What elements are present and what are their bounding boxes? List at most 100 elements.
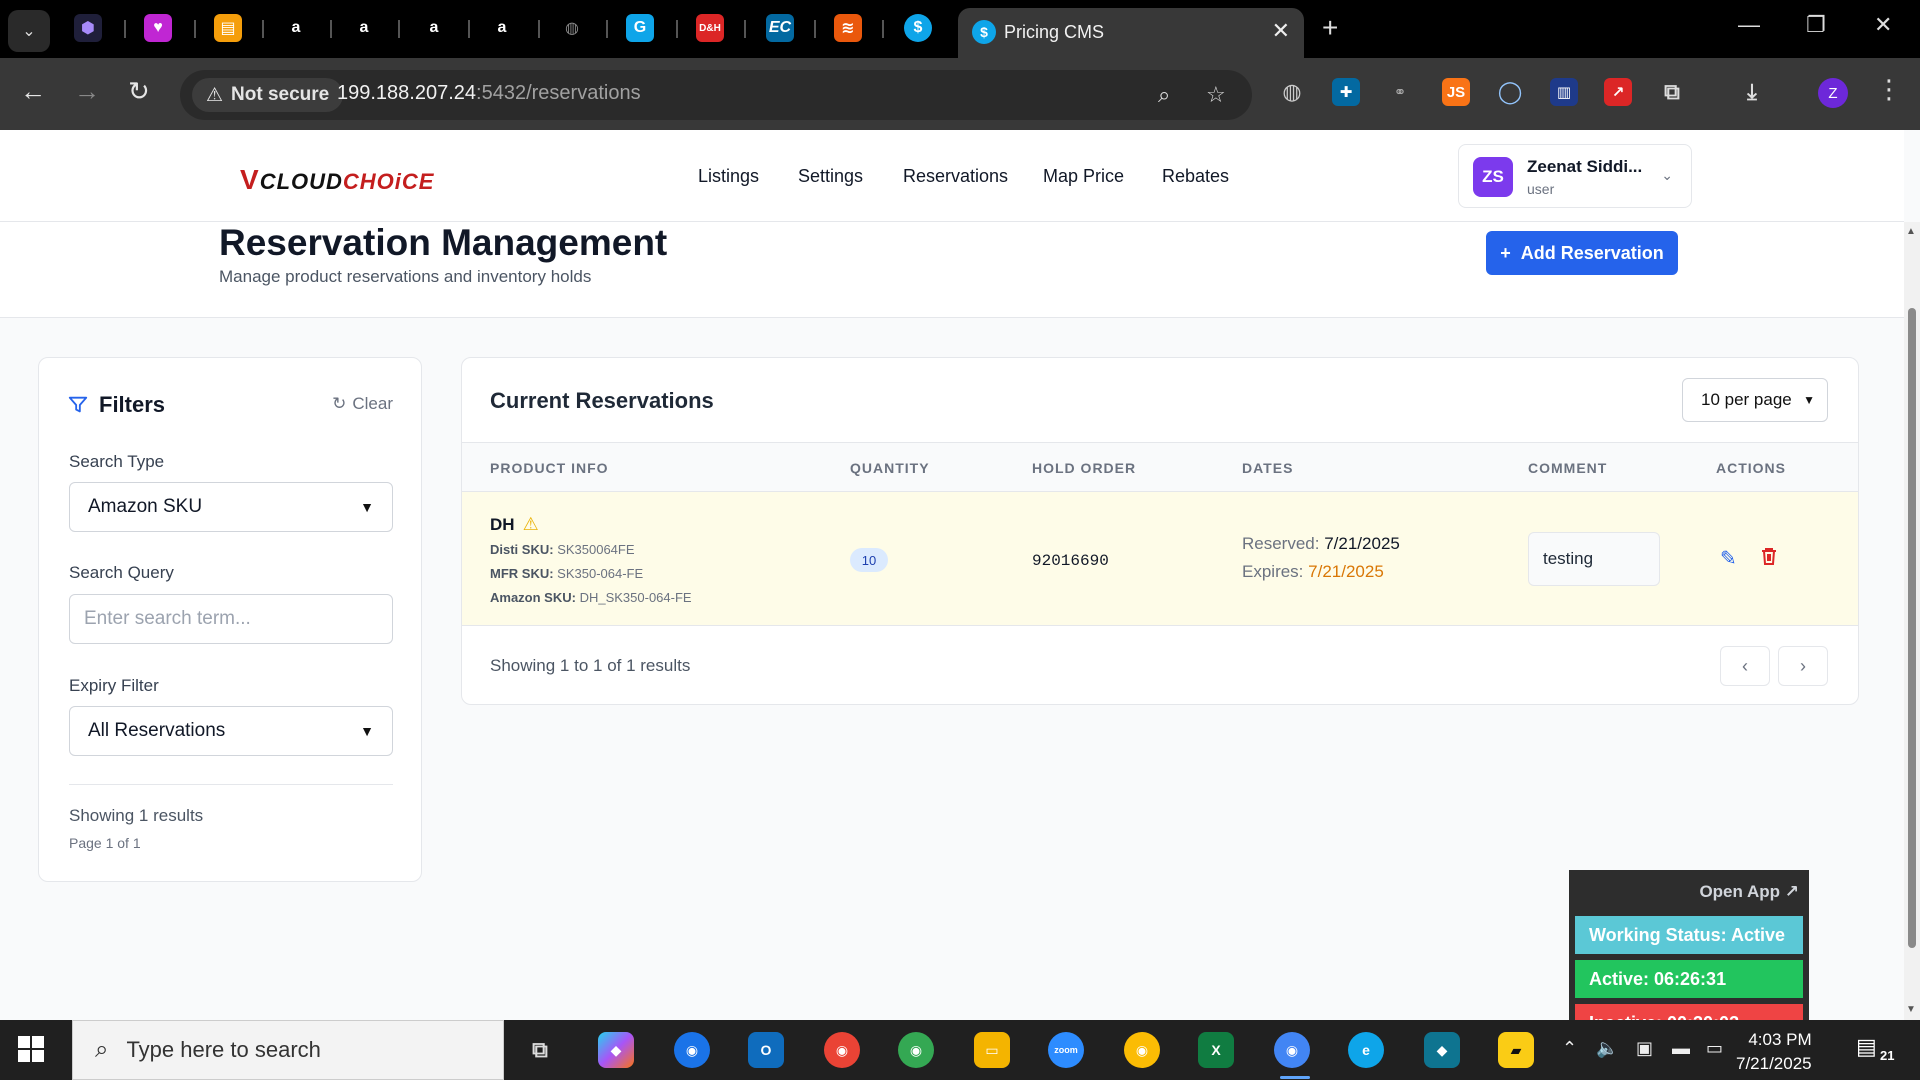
add-reservation-button[interactable]: + Add Reservation	[1486, 231, 1678, 275]
cloudchoice-logo[interactable]: VCLOUDCHOiCE	[240, 164, 434, 196]
reload-icon[interactable]: ↻	[128, 76, 150, 107]
volume-muted-icon[interactable]: 🔈	[1596, 1038, 1618, 1059]
user-avatar: ZS	[1473, 157, 1513, 197]
globe-extension-icon[interactable]: ◍	[1278, 78, 1306, 106]
forward-icon[interactable]: →	[74, 76, 100, 107]
chrome-icon[interactable]: ◉	[1124, 1032, 1160, 1068]
chrome-icon[interactable]: ◉	[674, 1032, 710, 1068]
restore-icon[interactable]: ❐	[1806, 12, 1826, 38]
pinned-tab-dh-icon[interactable]: D&H	[696, 14, 724, 42]
chrome-profile-icon[interactable]: ◉	[824, 1032, 860, 1068]
table-row[interactable]: DH ⚠ Disti SKU: SK350064FE MFR SKU: SK35…	[462, 492, 1858, 626]
nav-settings[interactable]: Settings	[798, 166, 863, 187]
notification-center-icon[interactable]: ▤	[1856, 1034, 1877, 1060]
nav-reservations[interactable]: Reservations	[903, 166, 1008, 187]
tray-chevron-up-icon[interactable]: ⌃	[1562, 1038, 1577, 1059]
bookmark-star-icon[interactable]: ☆	[1206, 82, 1226, 108]
window-close-icon[interactable]: ✕	[1874, 12, 1892, 38]
new-tab-icon[interactable]: +	[1322, 12, 1338, 44]
chrome-active-icon[interactable]: ◉	[1274, 1032, 1310, 1068]
per-page-select[interactable]: 10 per page ▼	[1682, 378, 1828, 422]
address-bar[interactable]: ⚠ Not secure 199.188.207.24:5432/reserva…	[180, 70, 1252, 120]
zoom-icon[interactable]: ⌕	[1158, 82, 1170, 108]
open-app-link[interactable]: Open App ↗	[1699, 882, 1799, 902]
nav-listings[interactable]: Listings	[698, 166, 759, 187]
page-scrollbar[interactable]: ▲ ▼	[1904, 222, 1920, 1020]
pinned-tab-amazon-icon[interactable]: a	[420, 14, 448, 42]
pinned-tab-stack-icon[interactable]: ≋	[834, 14, 862, 42]
active-app-indicator	[1280, 1076, 1310, 1079]
reservations-title: Current Reservations	[490, 388, 714, 413]
pinned-tab-ec-icon[interactable]: EC	[766, 14, 794, 42]
col-actions: ACTIONS	[1716, 460, 1786, 476]
notification-count: 21	[1880, 1048, 1895, 1063]
search-icon: ⌕	[95, 1036, 109, 1063]
comment-field[interactable]: testing	[1528, 532, 1660, 586]
back-icon[interactable]: ←	[20, 76, 46, 107]
js-extension-icon[interactable]: JS	[1442, 78, 1470, 106]
prev-page-button[interactable]: ‹	[1720, 646, 1770, 686]
nav-map-price[interactable]: Map Price	[1043, 166, 1124, 187]
link-extension-icon[interactable]: ⚭	[1386, 78, 1414, 106]
pinned-tab-globe-icon[interactable]: ◍	[558, 14, 586, 42]
arrow-extension-icon[interactable]: ↗	[1604, 78, 1632, 106]
circle-extension-icon[interactable]: ◯	[1496, 78, 1524, 106]
user-menu[interactable]: ZS Zeenat Siddi... user ⌄	[1458, 144, 1692, 208]
excel-icon[interactable]: X	[1198, 1032, 1234, 1068]
expiry-filter-select[interactable]: All Reservations ▼	[69, 706, 393, 756]
url-text[interactable]: 199.188.207.24:5432/reservations	[337, 82, 641, 105]
nav-rebates[interactable]: Rebates	[1162, 166, 1229, 187]
tab-search-button[interactable]: ⌄	[8, 10, 50, 52]
tab-separator	[882, 20, 884, 38]
scroll-up-icon[interactable]: ▲	[1906, 226, 1916, 237]
meet-now-icon[interactable]: ▣	[1636, 1038, 1653, 1059]
pinned-tab-heart-icon[interactable]: ♥	[144, 14, 172, 42]
edit-pencil-icon[interactable]: ✎	[1720, 546, 1737, 571]
delete-trash-icon[interactable]	[1760, 546, 1778, 572]
file-explorer-icon[interactable]: ▭	[974, 1032, 1010, 1068]
scroll-thumb[interactable]	[1908, 308, 1916, 948]
network-icon[interactable]: ▭	[1706, 1038, 1723, 1059]
diamond-app-icon[interactable]: ◆	[1424, 1032, 1460, 1068]
copilot-icon[interactable]: ◆	[598, 1032, 634, 1068]
battery-icon[interactable]: ▬	[1672, 1038, 1690, 1059]
pinned-tab-amazon-icon[interactable]: a	[282, 14, 310, 42]
pinned-tab-dollar-icon[interactable]: $	[904, 14, 932, 42]
browser-menu-icon[interactable]: ⋮	[1876, 74, 1902, 105]
security-chip[interactable]: ⚠ Not secure	[192, 78, 344, 112]
task-view-icon[interactable]: ⧉	[522, 1032, 558, 1068]
puzzle-extensions-icon[interactable]: ⧉	[1658, 78, 1686, 106]
edge-icon[interactable]: e	[1348, 1032, 1384, 1068]
mfr-sku: MFR SKU: SK350-064-FE	[490, 566, 644, 581]
close-tab-icon[interactable]: ✕	[1272, 18, 1290, 44]
sticky-notes-icon[interactable]: ▰	[1498, 1032, 1534, 1068]
active-tab[interactable]: $ Pricing CMS ✕	[958, 8, 1304, 58]
filters-panel: Filters ↻ Clear Search Type Amazon SKU ▼…	[38, 357, 422, 882]
minimize-icon[interactable]: —	[1738, 12, 1760, 38]
pinned-tab-cube-icon[interactable]: ⬢	[74, 14, 102, 42]
profile-avatar[interactable]: Z	[1818, 78, 1848, 108]
search-type-select[interactable]: Amazon SKU ▼	[69, 482, 393, 532]
trash-icon	[1762, 548, 1776, 565]
chart-extension-icon[interactable]: ▥	[1550, 78, 1578, 106]
pinned-tab-amazon-icon[interactable]: a	[350, 14, 378, 42]
outlook-icon[interactable]: O	[748, 1032, 784, 1068]
page-header: Reservation Management Manage product re…	[0, 222, 1904, 318]
pinned-tab-g-icon[interactable]: G	[626, 14, 654, 42]
search-query-input[interactable]	[69, 594, 393, 644]
pinned-tab-amazon-icon[interactable]: a	[488, 14, 516, 42]
zoom-app-icon[interactable]: zoom	[1048, 1032, 1084, 1068]
taskbar-search-placeholder: Type here to search	[126, 1037, 321, 1062]
taskbar-search[interactable]: ⌕ Type here to search	[72, 1020, 504, 1080]
taskbar-clock[interactable]: 4:03 PM 7/21/2025	[1736, 1028, 1812, 1076]
tab-title: Pricing CMS	[1004, 22, 1105, 42]
amazon-sku: Amazon SKU: DH_SK350-064-FE	[490, 590, 692, 605]
pinned-tab-box-icon[interactable]: ▤	[214, 14, 242, 42]
download-icon[interactable]: ⤓	[1738, 78, 1766, 106]
chrome-profile-icon[interactable]: ◉	[898, 1032, 934, 1068]
clear-filters-button[interactable]: ↻ Clear	[332, 394, 393, 414]
next-page-button[interactable]: ›	[1778, 646, 1828, 686]
scroll-down-icon[interactable]: ▼	[1906, 1004, 1916, 1015]
plus-extension-icon[interactable]: ✚	[1332, 78, 1360, 106]
windows-start-icon[interactable]	[18, 1036, 46, 1064]
